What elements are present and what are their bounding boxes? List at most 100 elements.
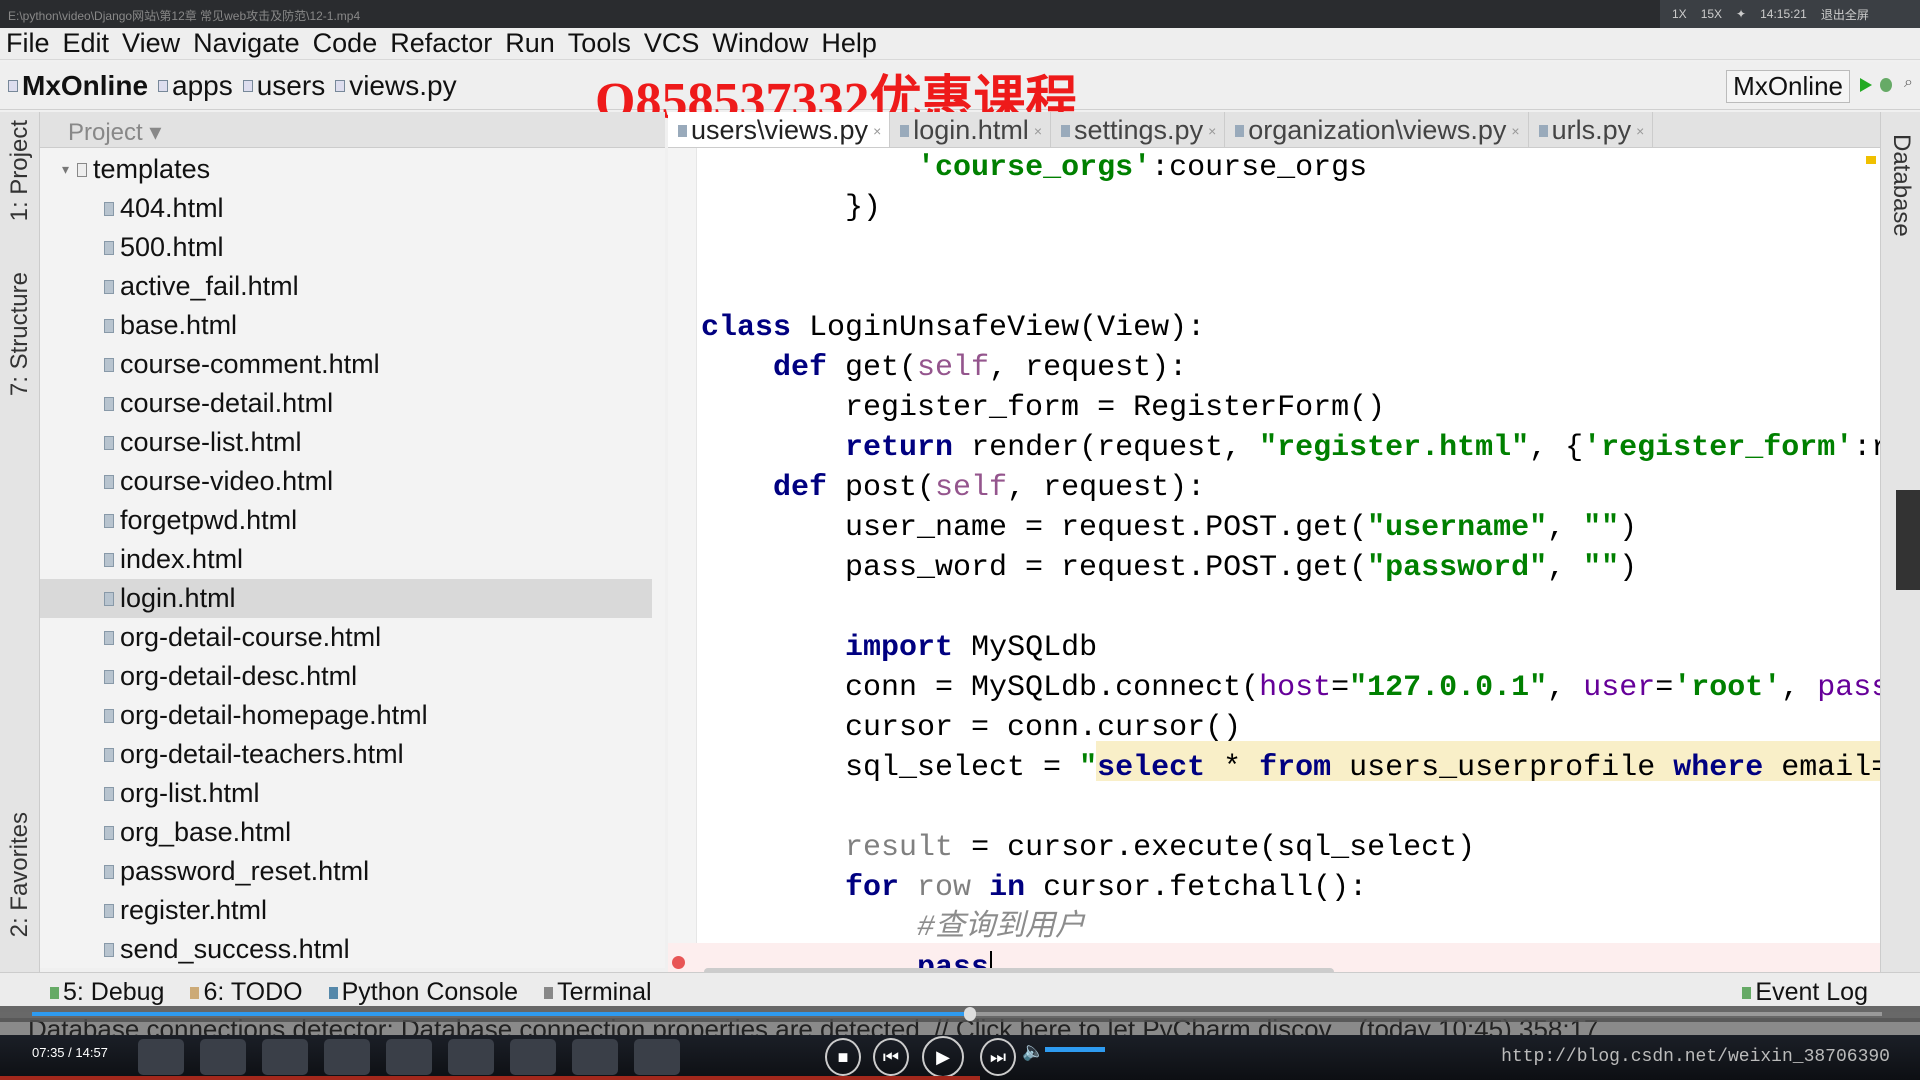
taskbar-app-firefox[interactable] bbox=[138, 1039, 184, 1075]
menu-run[interactable]: Run bbox=[505, 28, 555, 59]
code-line[interactable]: cursor = conn.cursor() bbox=[701, 708, 1880, 748]
video-progress-bar[interactable] bbox=[0, 1006, 1920, 1022]
tree-file[interactable]: course-comment.html bbox=[104, 345, 380, 384]
project-tool-tab[interactable]: 1: Project bbox=[6, 120, 34, 221]
editor-tab[interactable]: settings.py × bbox=[1051, 112, 1226, 147]
exit-fullscreen-button[interactable]: 退出全屏 bbox=[1821, 6, 1869, 23]
close-tab-icon[interactable]: × bbox=[1034, 123, 1042, 139]
code-line[interactable]: #查询到用户 bbox=[701, 908, 1880, 948]
taskbar-app[interactable] bbox=[386, 1039, 432, 1075]
tree-file[interactable]: 500.html bbox=[104, 228, 224, 267]
code-line[interactable]: def get(self, request): bbox=[701, 348, 1880, 388]
menu-code[interactable]: Code bbox=[313, 28, 378, 59]
tree-file[interactable]: login.html bbox=[40, 579, 652, 618]
run-config-select[interactable]: MxOnline bbox=[1726, 70, 1850, 103]
structure-tool-tab[interactable]: 7: Structure bbox=[6, 272, 34, 396]
tree-file[interactable]: org-detail-homepage.html bbox=[104, 696, 428, 735]
editor-tab[interactable]: urls.py × bbox=[1529, 112, 1654, 147]
menu-file[interactable]: File bbox=[6, 28, 50, 59]
close-tab-icon[interactable]: × bbox=[1208, 123, 1216, 139]
code-line[interactable]: pass_word = request.POST.get("password",… bbox=[701, 548, 1880, 588]
code-line[interactable]: class LoginUnsafeView(View): bbox=[701, 308, 1880, 348]
close-tab-icon[interactable]: × bbox=[873, 123, 881, 139]
taskbar-app-pycharm[interactable] bbox=[572, 1039, 618, 1075]
code-line[interactable]: result = cursor.execute(sql_select) bbox=[701, 828, 1880, 868]
close-tab-icon[interactable]: × bbox=[1636, 123, 1644, 139]
python-console-tab[interactable]: Python Console bbox=[328, 978, 518, 1007]
code-line[interactable]: register_form = RegisterForm() bbox=[701, 388, 1880, 428]
taskbar-app[interactable] bbox=[510, 1039, 556, 1075]
menu-help[interactable]: Help bbox=[821, 28, 877, 59]
volume-icon[interactable]: 🔈 bbox=[1022, 1041, 1044, 1062]
terminal-tab[interactable]: Terminal bbox=[544, 978, 652, 1007]
editor-tab[interactable]: users\views.py × bbox=[668, 112, 891, 147]
code-line[interactable]: conn = MySQLdb.connect(host="127.0.0.1",… bbox=[701, 668, 1880, 708]
speed-15x-button[interactable]: 15X bbox=[1701, 7, 1722, 21]
tree-file[interactable]: course-list.html bbox=[104, 423, 302, 462]
tree-folder-templates[interactable]: ▾ templates bbox=[62, 150, 210, 189]
next-icon[interactable]: ⏭ bbox=[980, 1038, 1016, 1076]
tree-file[interactable]: index.html bbox=[104, 540, 243, 579]
taskbar-app[interactable] bbox=[448, 1039, 494, 1075]
menu-tools[interactable]: Tools bbox=[568, 28, 631, 59]
taskbar-app[interactable] bbox=[200, 1039, 246, 1075]
pin-icon[interactable]: ✦ bbox=[1736, 7, 1746, 21]
debug-tab[interactable]: 5: Debug bbox=[50, 978, 164, 1007]
code-line[interactable]: return render(request, "register.html", … bbox=[701, 428, 1880, 468]
code-line[interactable]: for row in cursor.fetchall(): bbox=[701, 868, 1880, 908]
code-line[interactable] bbox=[701, 588, 1880, 628]
tree-file[interactable]: password_reset.html bbox=[104, 852, 369, 891]
tree-file[interactable]: org-detail-course.html bbox=[104, 618, 381, 657]
todo-tab[interactable]: 6: TODO bbox=[190, 978, 303, 1007]
code-line[interactable] bbox=[701, 228, 1880, 268]
tree-file[interactable]: course-video.html bbox=[104, 462, 333, 501]
tree-file[interactable]: org-detail-desc.html bbox=[104, 657, 357, 696]
code-line[interactable] bbox=[701, 268, 1880, 308]
breadcrumb-users[interactable]: users bbox=[242, 70, 325, 102]
editor-gutter[interactable] bbox=[668, 148, 697, 972]
menu-window[interactable]: Window bbox=[712, 28, 808, 59]
tree-file[interactable]: org-detail-teachers.html bbox=[104, 735, 404, 774]
warning-marker[interactable] bbox=[1866, 156, 1876, 164]
tree-file[interactable]: send_success.html bbox=[104, 930, 350, 968]
speed-1x-button[interactable]: 1X bbox=[1672, 7, 1687, 21]
breadcrumb-file[interactable]: views.py bbox=[335, 70, 457, 102]
menu-vcs[interactable]: VCS bbox=[644, 28, 700, 59]
code-line[interactable]: user_name = request.POST.get("username",… bbox=[701, 508, 1880, 548]
editor-tab[interactable]: organization\views.py × bbox=[1225, 112, 1529, 147]
play-icon[interactable]: ▶ bbox=[922, 1036, 964, 1078]
search-icon[interactable]: ⌕ bbox=[1904, 74, 1916, 91]
run-icon[interactable] bbox=[1860, 78, 1872, 92]
tree-file[interactable]: 404.html bbox=[104, 189, 224, 228]
breadcrumb-project[interactable]: MxOnline bbox=[8, 70, 148, 102]
code-line[interactable]: sql_select = "select * from users_userpr… bbox=[701, 748, 1880, 788]
volume-slider[interactable] bbox=[1045, 1047, 1105, 1052]
event-log-tab[interactable]: Event Log bbox=[1742, 978, 1868, 1007]
favorites-tool-tab[interactable]: 2: Favorites bbox=[6, 812, 34, 937]
tree-file[interactable]: course-detail.html bbox=[104, 384, 333, 423]
code-line[interactable]: def post(self, request): bbox=[701, 468, 1880, 508]
breakpoint-icon[interactable] bbox=[672, 956, 685, 969]
tree-file[interactable]: org_base.html bbox=[104, 813, 291, 852]
database-tool-tab[interactable]: Database bbox=[1887, 134, 1915, 237]
tree-file[interactable]: register.html bbox=[104, 891, 267, 930]
tree-file[interactable]: active_fail.html bbox=[104, 267, 299, 306]
code-line[interactable]: }) bbox=[701, 188, 1880, 228]
tree-file[interactable]: forgetpwd.html bbox=[104, 501, 297, 540]
editor-tab[interactable]: login.html × bbox=[890, 112, 1051, 147]
menu-navigate[interactable]: Navigate bbox=[193, 28, 300, 59]
taskbar-app[interactable] bbox=[634, 1039, 680, 1075]
project-view-select[interactable]: Project bbox=[68, 119, 143, 146]
previous-icon[interactable]: ⏮ bbox=[873, 1038, 909, 1076]
menu-edit[interactable]: Edit bbox=[63, 28, 110, 59]
tree-file[interactable]: org-list.html bbox=[104, 774, 260, 813]
error-stripe[interactable] bbox=[1866, 150, 1876, 960]
debug-icon[interactable] bbox=[1880, 78, 1892, 92]
progress-knob[interactable] bbox=[963, 1007, 976, 1021]
code-editor[interactable]: 'course_orgs':course_orgs }) class LoginU… bbox=[668, 148, 1880, 972]
breadcrumb-apps[interactable]: apps bbox=[158, 70, 233, 102]
tree-file[interactable]: base.html bbox=[104, 306, 237, 345]
code-line[interactable]: import MySQLdb bbox=[701, 628, 1880, 668]
menu-view[interactable]: View bbox=[122, 28, 180, 59]
side-panel-handle[interactable] bbox=[1896, 490, 1920, 590]
